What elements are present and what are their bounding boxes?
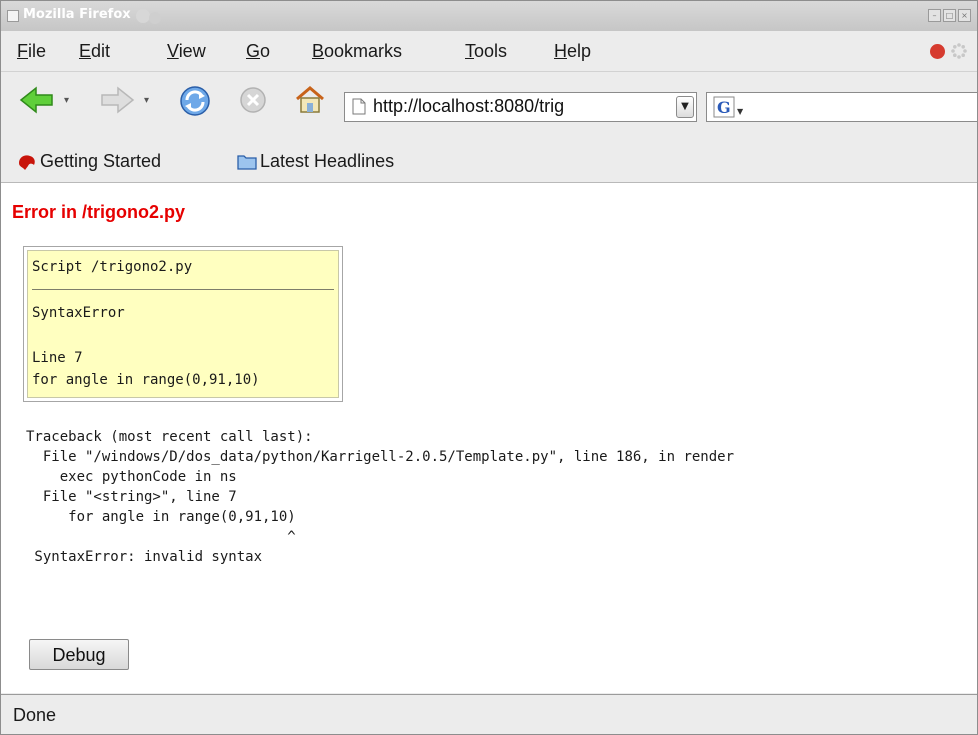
bookmark-label: Getting Started <box>40 151 162 171</box>
menu-file-label: ile <box>28 41 47 61</box>
search-bar[interactable]: G ▼ <box>706 92 977 122</box>
url-bar[interactable]: http://localhost:8080/trig ▼ <box>344 92 697 122</box>
menu-bookmarks-accel: B <box>312 41 325 61</box>
error-code: for angle in range(0,91,10) <box>32 372 260 388</box>
bookmark-getting-started[interactable]: Getting Started <box>17 151 161 172</box>
menu-edit-label: dit <box>91 41 111 61</box>
menu-bar: File Edit View Go Bookmarks Tools Help <box>1 31 977 72</box>
update-alert-icon[interactable] <box>930 44 945 59</box>
menu-tools-accel: T <box>465 41 474 61</box>
page-content: Error in /trigono2.py Script /trigono2.p… <box>1 183 977 693</box>
menu-tools-label: ools <box>474 41 508 61</box>
menu-view-label: iew <box>178 41 206 61</box>
script-name: Script /trigono2.py <box>32 259 193 275</box>
error-line: Line 7 <box>32 350 83 366</box>
menu-go-accel: G <box>246 41 261 61</box>
menu-file-accel: F <box>17 41 28 61</box>
divider <box>32 289 334 290</box>
svg-text:G: G <box>717 98 731 117</box>
status-bar: Done <box>1 694 977 734</box>
menu-tools[interactable]: Tools <box>465 41 507 62</box>
error-type: SyntaxError <box>32 305 125 321</box>
error-summary-box: Script /trigono2.py SyntaxError Line 7 f… <box>23 246 343 402</box>
window-menu-icon[interactable] <box>7 10 19 22</box>
title-logo-icon <box>136 9 161 24</box>
traceback: Traceback (most recent call last): File … <box>26 429 735 565</box>
forward-dropdown-icon[interactable]: ▾ <box>144 95 149 106</box>
stop-icon[interactable] <box>237 84 269 116</box>
menu-file[interactable]: File <box>17 41 46 62</box>
url-text[interactable]: http://localhost:8080/trig <box>373 96 663 117</box>
back-dropdown-icon[interactable]: ▾ <box>64 95 69 106</box>
page-icon <box>352 98 366 115</box>
maximize-icon[interactable]: □ <box>943 9 956 22</box>
bookmark-label: Latest Headlines <box>260 151 395 171</box>
status-text: Done <box>13 705 57 725</box>
title-bar[interactable]: Mozilla Firefox – □ × <box>1 1 977 32</box>
home-icon[interactable] <box>293 84 327 116</box>
menu-bookmarks[interactable]: Bookmarks <box>312 41 402 62</box>
minimize-icon[interactable]: – <box>928 9 941 22</box>
menu-bookmarks-label: ookmarks <box>324 41 403 61</box>
forward-icon[interactable] <box>99 84 135 116</box>
menu-view[interactable]: View <box>167 41 206 62</box>
menu-edit[interactable]: Edit <box>79 41 110 62</box>
browser-window: Mozilla Firefox – □ × File Edit View Go … <box>0 0 978 735</box>
folder-icon <box>237 154 257 170</box>
reload-icon[interactable] <box>177 84 213 118</box>
close-icon[interactable]: × <box>958 9 971 22</box>
menu-help-accel: H <box>554 41 567 61</box>
throbber-icon <box>951 43 967 59</box>
menu-go[interactable]: Go <box>246 41 270 62</box>
navigation-toolbar: ▾ ▾ http://localhost:8080/trig ▼ G ▼ <box>1 72 977 142</box>
menu-edit-accel: E <box>79 41 92 61</box>
search-engine-dropdown-icon[interactable]: ▼ <box>737 107 743 116</box>
debug-button[interactable]: Debug <box>29 639 129 670</box>
bookmarks-toolbar: Getting Started Latest Headlines <box>1 142 977 183</box>
error-heading: Error in /trigono2.py <box>12 202 186 222</box>
back-icon[interactable] <box>19 84 55 116</box>
getting-started-icon <box>19 154 35 170</box>
menu-view-accel: V <box>167 41 179 61</box>
url-history-dropdown-icon[interactable]: ▼ <box>676 96 694 118</box>
window-title: Mozilla Firefox <box>23 7 131 22</box>
bookmark-latest-headlines[interactable]: Latest Headlines <box>237 151 394 172</box>
google-icon[interactable]: G <box>713 96 735 118</box>
menu-help[interactable]: Help <box>554 41 591 62</box>
menu-help-label: elp <box>567 41 592 61</box>
menu-go-label: o <box>260 41 271 61</box>
